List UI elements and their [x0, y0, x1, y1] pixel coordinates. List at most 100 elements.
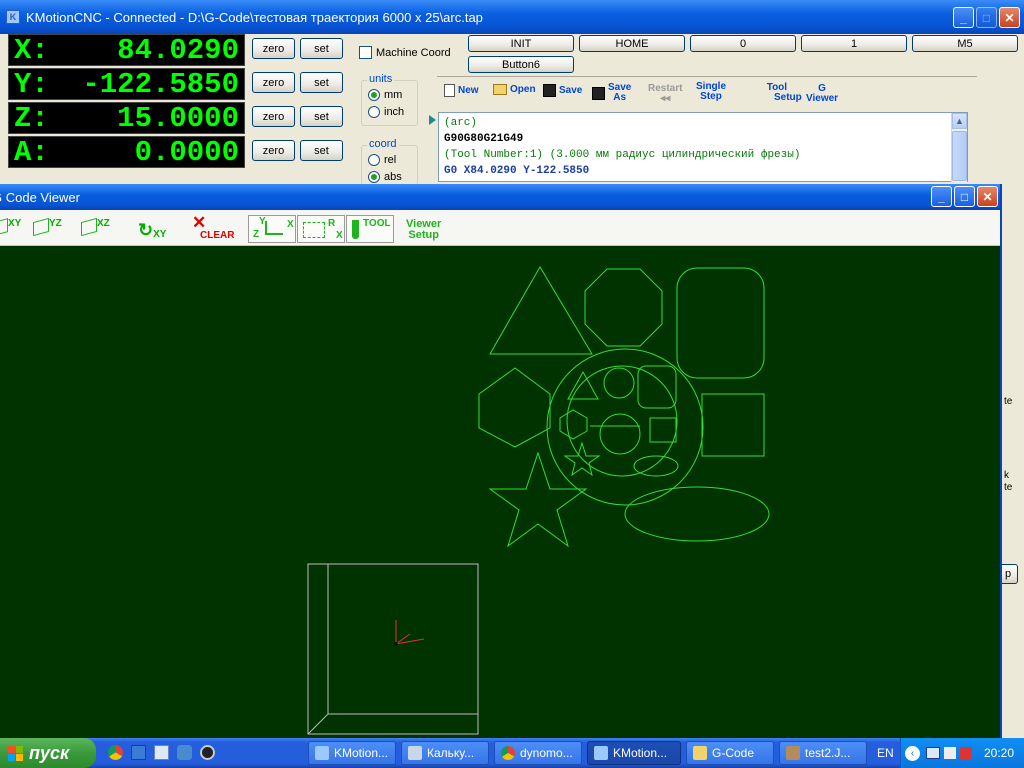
viewer-title-bar[interactable]: G Code Viewer	[0, 184, 1000, 210]
view-xz-label: XZ	[97, 217, 110, 229]
clear-label: CLEAR	[200, 230, 235, 241]
viewer-maximize-button[interactable]: □	[954, 186, 975, 207]
view-xy-button[interactable]: XY	[0, 217, 22, 236]
view-xz-button[interactable]: XZ	[81, 217, 110, 237]
zero-y-button[interactable]: zero	[252, 72, 295, 93]
ie-icon[interactable]	[154, 745, 169, 760]
small-circle-outline	[603, 367, 635, 399]
view-yz-label: YZ	[49, 217, 62, 229]
small-rounded-rect-outline	[637, 365, 677, 409]
gcode-line-4: G0 X84.0290 Y-122.5850	[444, 165, 590, 177]
save-as-label: Save As	[608, 83, 631, 103]
units-inch-radio[interactable]: inch	[368, 106, 404, 118]
set-a-button[interactable]: set	[300, 140, 343, 161]
tool-toggle[interactable]: TOOL	[346, 215, 394, 243]
maximize-button[interactable]: □	[976, 7, 997, 28]
calculator-icon	[408, 746, 422, 760]
security-icon[interactable]	[960, 747, 972, 759]
scroll-up-arrow-icon[interactable]: ▲	[952, 113, 967, 129]
chrome-icon[interactable]	[108, 745, 123, 760]
task-label: KMotion...	[334, 746, 389, 760]
editor-scrollbar[interactable]: ▲	[951, 113, 967, 182]
coord-rel-radio[interactable]: rel	[368, 154, 396, 166]
zero-x-button[interactable]: zero	[252, 38, 295, 59]
save-button[interactable]: Save	[543, 84, 582, 97]
side-peek-button[interactable]: p	[1002, 564, 1018, 584]
viewer-close-button[interactable]: ✕	[977, 186, 998, 207]
box-view-toggle[interactable]: R X	[297, 215, 345, 243]
m5-button[interactable]: M5	[912, 35, 1018, 52]
small-triangle-outline	[567, 370, 599, 400]
machine-coord-checkbox[interactable]: Machine Coord	[359, 46, 451, 59]
view-xy-label: XY	[8, 217, 22, 229]
app-quick-icon[interactable]	[177, 745, 192, 760]
user-button-0[interactable]: 0	[690, 35, 796, 52]
set-y-button[interactable]: set	[300, 72, 343, 93]
task-gcode-folder[interactable]: G-Code	[686, 741, 774, 765]
new-button[interactable]: New	[444, 84, 479, 97]
button6[interactable]: Button6	[468, 56, 574, 73]
volume-icon[interactable]	[944, 747, 956, 759]
close-button[interactable]: ✕	[999, 7, 1020, 28]
rotate-xy-button[interactable]: ↻ XY	[138, 219, 166, 241]
clear-button[interactable]: ✕ CLEAR	[192, 214, 235, 241]
task-kmotion-1[interactable]: KMotion...	[308, 741, 396, 765]
dro-x: X: 84.0290	[8, 34, 245, 67]
scroll-thumb[interactable]	[952, 131, 967, 181]
envelope-edge	[307, 713, 329, 735]
view-yz-button[interactable]: YZ	[33, 217, 62, 237]
task-chrome[interactable]: dynomo...	[494, 741, 582, 765]
side-peek-text: te	[1004, 396, 1013, 407]
open-label: Open	[510, 83, 536, 95]
main-title-bar[interactable]: K KMotionCNC - Connected - D:\G-Code\тес…	[0, 0, 1024, 34]
origin-axes-icon	[394, 620, 425, 646]
viewer-setup-line2: Setup	[408, 229, 439, 241]
zero-z-button[interactable]: zero	[252, 106, 295, 127]
minimize-button[interactable]: _	[953, 7, 974, 28]
g-viewer-button[interactable]: G Viewer	[806, 84, 838, 104]
work-envelope-box	[307, 563, 479, 735]
radio-inch[interactable]	[368, 106, 380, 118]
task-test2[interactable]: test2.J...	[779, 741, 867, 765]
clock[interactable]: 20:20	[984, 746, 1014, 760]
small-ellipse-outline	[633, 455, 679, 477]
checkbox-box[interactable]	[359, 46, 372, 59]
network-icon[interactable]	[926, 747, 940, 759]
init-button[interactable]: INIT	[468, 35, 574, 52]
view-yzx-toggle[interactable]: Y X Z	[248, 215, 296, 243]
inner-circle-outline	[566, 365, 678, 477]
language-indicator[interactable]: EN	[877, 746, 894, 760]
viewer-canvas[interactable]	[0, 246, 1000, 738]
tool-setup-button[interactable]: Tool Setup	[752, 83, 802, 103]
task-calculator[interactable]: Кальку...	[401, 741, 489, 765]
media-icon[interactable]	[200, 745, 215, 760]
home-button[interactable]: HOME	[579, 35, 685, 52]
task-kmotion-2[interactable]: KMotion...	[587, 741, 681, 765]
zero-a-button[interactable]: zero	[252, 140, 295, 161]
restart-button[interactable]: Restart ◂◂	[648, 84, 682, 104]
set-z-button[interactable]: set	[300, 106, 343, 127]
tray-expand-icon[interactable]: ‹	[905, 745, 920, 761]
save-as-button[interactable]: Save As	[592, 83, 631, 103]
radio-abs[interactable]	[368, 171, 380, 183]
coord-rel-label: rel	[384, 154, 397, 166]
user-button-1[interactable]: 1	[801, 35, 907, 52]
viewer-minimize-button[interactable]: _	[931, 186, 952, 207]
start-button[interactable]: пуск	[0, 738, 96, 768]
new-label: New	[458, 84, 479, 96]
toolbar-divider	[437, 76, 977, 77]
dro-a: A: 0.0000	[8, 136, 245, 169]
units-mm-radio[interactable]: mm	[368, 89, 402, 101]
desktop-icon[interactable]	[131, 745, 146, 760]
gcode-editor[interactable]: (arc) G90G80G21G49 (Tool Number:1) (3.00…	[438, 112, 968, 182]
task-label: KMotion...	[613, 746, 668, 760]
coord-abs-radio[interactable]: abs	[368, 171, 402, 183]
set-x-button[interactable]: set	[300, 38, 343, 59]
radio-mm[interactable]	[368, 89, 380, 101]
dashed-box-icon	[303, 222, 325, 238]
viewer-setup-button[interactable]: Viewer Setup	[406, 219, 441, 241]
open-button[interactable]: Open	[493, 84, 536, 95]
single-step-button[interactable]: Single Step	[696, 82, 726, 102]
radio-rel[interactable]	[368, 154, 380, 166]
main-window: K KMotionCNC - Connected - D:\G-Code\тес…	[0, 0, 1024, 190]
